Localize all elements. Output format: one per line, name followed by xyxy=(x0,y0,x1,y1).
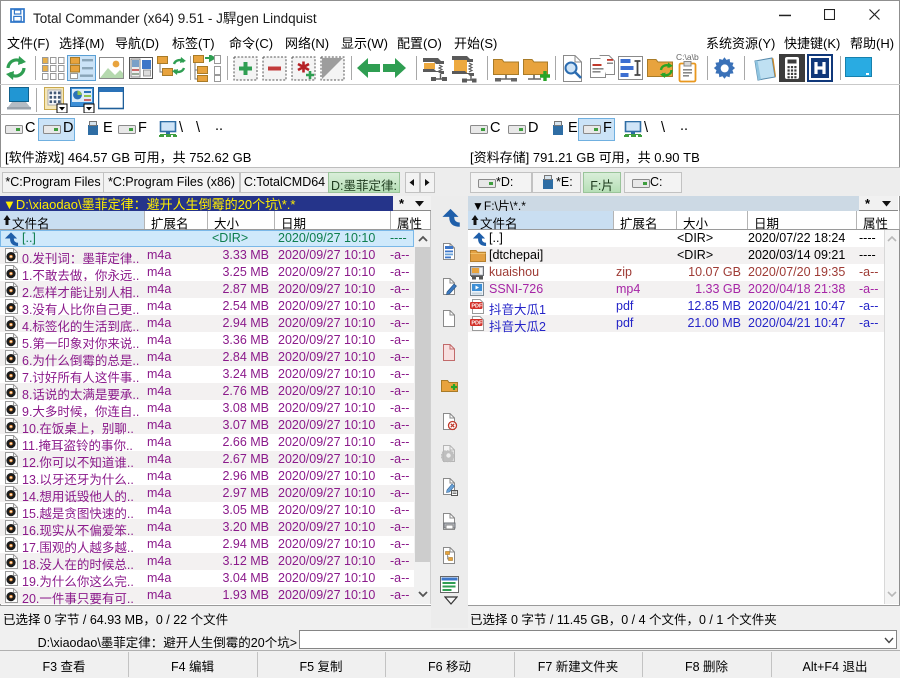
svg-text:PDF: PDF xyxy=(471,321,483,327)
svg-text:PDF: PDF xyxy=(471,304,483,310)
